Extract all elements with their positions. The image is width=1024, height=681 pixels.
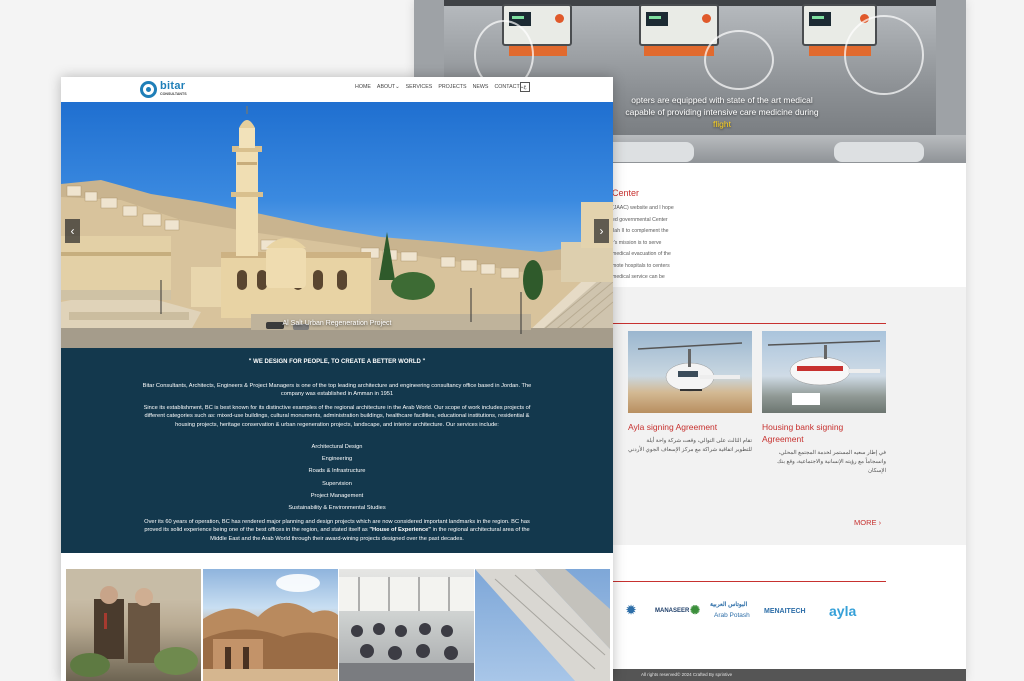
news-card-ayla[interactable]: Ayla signing Agreement تقام الثالث على ا…	[628, 331, 752, 455]
front-page-screenshot: bitar CONSULTANTS HOME ABOUT⌄ SERVICES P…	[61, 77, 613, 681]
top-navigation: bitar CONSULTANTS HOME ABOUT⌄ SERVICES P…	[61, 77, 613, 102]
about-heading: " WE DESIGN FOR PEOPLE, TO CREATE A BETT…	[248, 359, 426, 365]
about-section: " WE DESIGN FOR PEOPLE, TO CREATE A BETT…	[61, 348, 613, 553]
news-title[interactable]: Housing bank signing Agreement	[762, 421, 886, 445]
bitar-logo[interactable]: bitar CONSULTANTS	[140, 80, 200, 99]
service-item: Architectural Design	[311, 444, 363, 450]
news-title[interactable]: Ayla signing Agreement	[628, 421, 752, 433]
gallery-image-classroom[interactable]	[339, 569, 474, 681]
hero-next-button[interactable]: ›	[594, 219, 609, 243]
gallery-image-building[interactable]	[475, 569, 610, 681]
logo-mark-icon	[140, 81, 157, 98]
hero-caption: Al Salt Urban Regeneration Project	[282, 320, 392, 327]
menu-item-about[interactable]: ABOUT⌄	[377, 84, 400, 90]
partner-logo-menaitech: MENAITECH	[764, 608, 806, 615]
more-news-link[interactable]: MORE ›	[854, 518, 881, 527]
back-hero-caption: opters are equipped with state of the ar…	[625, 95, 819, 129]
main-menu: HOME ABOUT⌄ SERVICES PROJECTS NEWS CONTA…	[355, 84, 524, 90]
menu-item-projects[interactable]: PROJECTS	[438, 84, 466, 90]
service-item: Sustainability & Environmental Studies	[288, 505, 386, 511]
gallery-image-founders[interactable]	[66, 569, 201, 681]
news-excerpt: في إطار سعيه المستمر لخدمة المجتمع المحل…	[777, 450, 886, 474]
news-image-helicopter	[628, 331, 752, 413]
service-item: Engineering	[321, 456, 353, 462]
partner-logo-manaseer: MANASEER	[655, 608, 690, 614]
menu-item-news[interactable]: NEWS	[473, 84, 489, 90]
hero-prev-button[interactable]: ‹	[65, 219, 80, 243]
language-switch-button[interactable]: ع	[520, 82, 530, 92]
menu-item-services[interactable]: SERVICES	[406, 84, 433, 90]
news-card-housing-bank[interactable]: Housing bank signing Agreement في إطار س…	[762, 331, 886, 476]
partner-logo-ayla: ayla	[829, 603, 857, 619]
gallery-image-petra[interactable]	[203, 569, 338, 681]
partner-logo-emblem: ✹	[626, 603, 637, 617]
hero-image-al-salt	[61, 106, 613, 348]
welcome-text: (JAAC) website and I hope ed governmenta…	[612, 205, 674, 280]
menu-item-home[interactable]: HOME	[355, 84, 371, 90]
partner-logo-potash-arabic: البوتاس العربية	[710, 602, 748, 608]
service-item: Supervision	[322, 481, 352, 487]
footer-credit: All rights reserved© 2024 Crafted By spr…	[641, 672, 733, 677]
partner-logo-potash: Arab Potash	[714, 612, 750, 619]
service-item: Project Management	[310, 493, 364, 499]
partner-logo-potash-icon: ✺	[690, 603, 701, 617]
news-image-helicopter-event	[762, 331, 886, 413]
service-item: Roads & Infrastructure	[308, 468, 366, 474]
welcome-title: Center	[612, 188, 640, 198]
about-paragraph-3: Over its 60 years of operation, BC has r…	[144, 519, 530, 542]
hero-slider: ‹ › Al Salt Urban Regeneration Project	[61, 102, 613, 348]
news-excerpt: تقام الثالث على التوالي، وقعت شركة واحة …	[628, 438, 752, 453]
about-paragraph-2: Since its establishment, BC is best know…	[143, 405, 531, 428]
project-gallery	[61, 569, 613, 681]
about-paragraph-1: Bitar Consultants, Architects, Engineers…	[142, 383, 532, 398]
